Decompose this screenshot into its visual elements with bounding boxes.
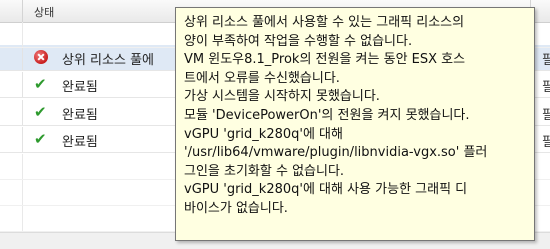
tooltip-line: VM 윈도우8.1_Prok의 전원을 켜는 동안 ESX 호스 [184,52,466,68]
row-next-column-fragment: 필 [542,53,550,68]
header-cell-left [0,0,23,22]
tooltip-line: 가상 시스템을 시작하지 못했습니다. [184,89,380,105]
tooltip-line: vGPU 'grid_k280q'에 대해 사용 가능한 그래픽 디 [184,182,468,198]
tooltip-line: '/usr/lib64/vmware/plugin/libnvidia-vgx.… [184,145,488,161]
status-text: 완료됨 [62,108,98,123]
row-next-column-fragment: 필 [542,135,550,150]
tooltip-line: 상위 리소스 풀에서 사용할 수 있는 그래픽 리소스의 [184,15,465,30]
tooltip-line: 트에서 오류를 수신했습니다. [184,70,340,86]
row-next-column-fragment: 필 [542,80,550,95]
status-text: 완료됨 [62,80,98,95]
status-text: 상위 리소스 풀에 [62,53,154,68]
status-column-header[interactable]: 상태 [34,4,54,20]
checkmark-icon: ✔ [34,75,47,93]
checkmark-icon: ✔ [34,103,47,121]
error-tooltip: 상위 리소스 풀에서 사용할 수 있는 그래픽 리소스의 양이 부족하여 작업을… [175,7,535,241]
tooltip-line: vGPU 'grid_k280q'에 대해 [184,126,343,142]
tooltip-line: 그인을 초기화할 수 없습니다. [184,163,345,179]
checkmark-icon: ✔ [34,130,47,148]
row-next-column-fragment: 필 [542,108,550,123]
status-text: 완료됨 [62,135,98,150]
tooltip-line: 양이 부족하여 작업을 수행할 수 없습니다. [184,33,413,49]
tooltip-line: 모듈 'DevicePowerOn'의 전원을 켜지 못했습니다. [184,107,470,123]
tooltip-line: 바이스가 없습니다. [184,200,288,216]
error-icon [34,50,48,64]
